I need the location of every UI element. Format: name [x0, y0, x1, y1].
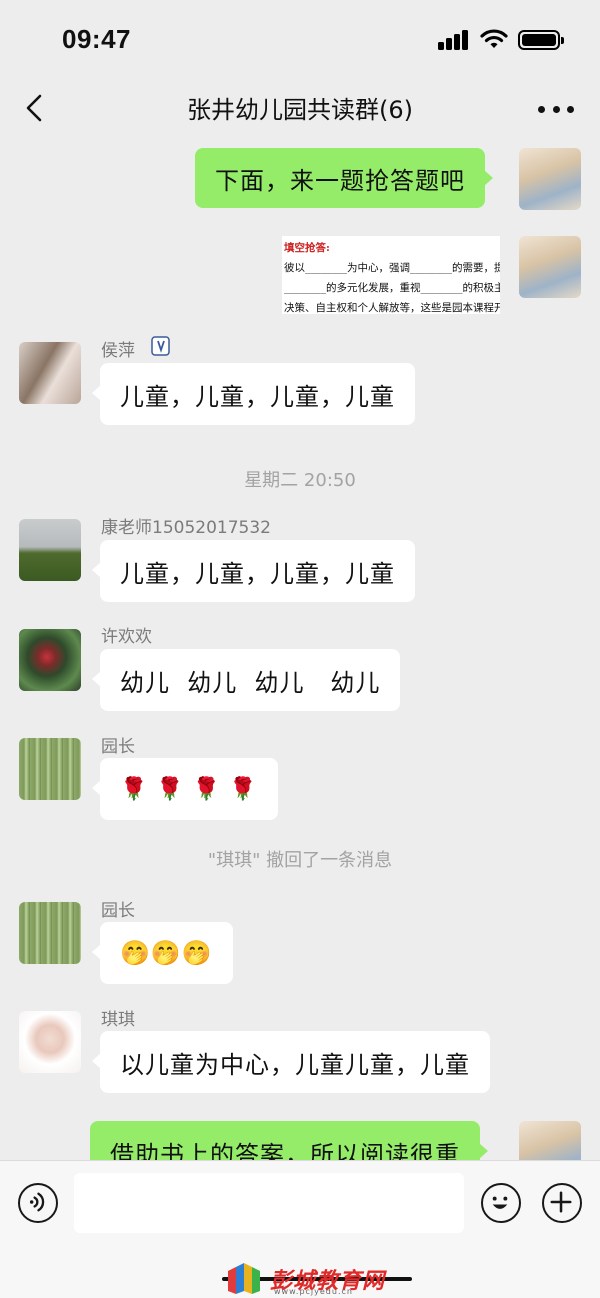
- recall-notice: "琪琪" 撤回了一条消息: [207, 850, 393, 871]
- chat-header: 张井幼儿园共读群(6): [0, 78, 600, 140]
- quiz-line: 彼以________为中心，强调________的需要，提供: [284, 262, 500, 274]
- avatar-houping[interactable]: [19, 342, 81, 404]
- plus-icon[interactable]: [542, 1183, 582, 1223]
- message-bubble-received[interactable]: 🤭🤭🤭: [92, 922, 233, 984]
- avatar-yuanzhang[interactable]: [19, 902, 81, 964]
- message-input[interactable]: [74, 1173, 464, 1233]
- status-time: 09:47: [62, 24, 131, 54]
- sender-name: 许欢欢: [101, 627, 152, 647]
- message-bubble-received[interactable]: 儿童，儿童，儿童，儿童: [92, 363, 415, 425]
- avatar-xu[interactable]: [19, 629, 81, 691]
- emoji-icon[interactable]: [481, 1183, 521, 1223]
- watermark-logo-icon: [228, 1263, 260, 1294]
- battery-icon: [518, 30, 564, 50]
- sender-name: 康老师15052017532: [101, 518, 271, 538]
- member-badge-icon: [151, 336, 170, 356]
- time-divider: 星期二 20:50: [244, 470, 356, 491]
- chat-title: 张井幼儿园共读群(6): [187, 96, 413, 124]
- signal-icon: [438, 30, 470, 50]
- message-bubble-received[interactable]: 儿童，儿童，儿童，儿童: [92, 540, 415, 602]
- more-options-icon[interactable]: [538, 94, 574, 124]
- wifi-icon: [480, 29, 508, 48]
- sender-name: 园长: [101, 901, 135, 921]
- message-bubble-sent[interactable]: 下面，来一题抢答题吧: [195, 148, 493, 208]
- sender-name: 园长: [101, 737, 135, 757]
- avatar-yuanzhang[interactable]: [19, 738, 81, 800]
- watermark-url: www.pcjyedu.cn: [274, 1287, 353, 1296]
- message-bubble-received[interactable]: 🌹 🌹 🌹 🌹: [92, 758, 278, 820]
- sender-name: 琪琪: [101, 1010, 135, 1030]
- quiz-title: 填空抢答:: [284, 242, 330, 254]
- quiz-line: 决策、自主权和个人解放等，这些是园本课程开: [284, 302, 500, 314]
- message-bubble-received[interactable]: 以儿童为中心，儿童儿童，儿童: [92, 1031, 490, 1093]
- status-bar: 09:47: [0, 0, 600, 80]
- avatar-kang[interactable]: [19, 519, 81, 581]
- avatar-self[interactable]: [519, 236, 581, 298]
- message-bubble-received[interactable]: 幼儿 幼儿 幼儿 幼儿: [91, 649, 401, 711]
- input-bar: 彭城教育网 www.pcjyedu.cn: [0, 1160, 600, 1298]
- avatar-qiqi[interactable]: [19, 1011, 81, 1073]
- avatar-self[interactable]: [519, 148, 581, 210]
- message-image-quiz[interactable]: 填空抢答: 彼以________为中心，强调________的需要，提供 ___…: [282, 236, 500, 314]
- quiz-line: ________的多元化发展，重视________的积极主: [284, 282, 500, 294]
- voice-input-icon[interactable]: [18, 1183, 58, 1223]
- sender-name: 侯萍: [101, 341, 135, 361]
- watermark: 彭城教育网 www.pcjyedu.cn: [222, 1261, 412, 1297]
